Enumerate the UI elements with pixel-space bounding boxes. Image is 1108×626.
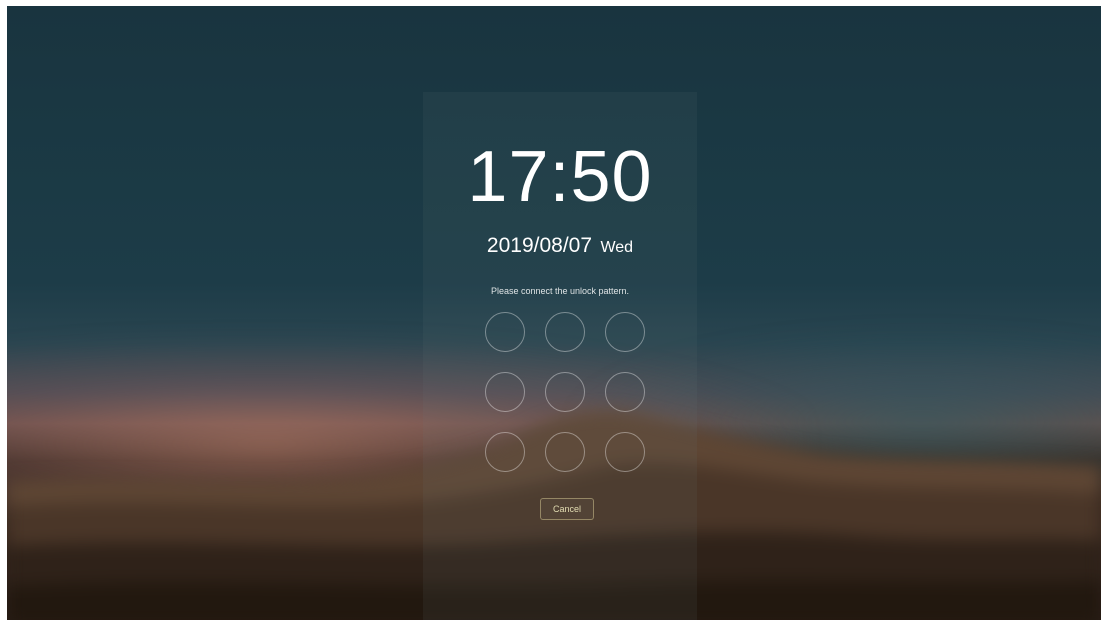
pattern-dot-1[interactable] (485, 312, 525, 352)
lock-screen: 17:50 2019/08/07 Wed Please connect the … (7, 6, 1101, 620)
pattern-dot-4[interactable] (485, 372, 525, 412)
clock-time: 17:50 (467, 137, 653, 217)
pattern-dot-5[interactable] (545, 372, 585, 412)
pattern-dot-6[interactable] (605, 372, 645, 412)
pattern-dot-3[interactable] (605, 312, 645, 352)
cancel-button[interactable]: Cancel (540, 498, 594, 520)
date-row: 2019/08/07 Wed (423, 234, 697, 258)
unlock-pattern-grid[interactable] (485, 312, 645, 474)
pattern-dot-8[interactable] (545, 432, 585, 472)
date-text: 2019/08/07 (486, 234, 593, 257)
pattern-dot-2[interactable] (545, 312, 585, 352)
unlock-panel: 17:50 2019/08/07 Wed Please connect the … (423, 92, 697, 620)
weekday-text: Wed (600, 239, 634, 256)
unlock-prompt: Please connect the unlock pattern. (490, 286, 630, 296)
pattern-dot-7[interactable] (485, 432, 525, 472)
pattern-dot-9[interactable] (605, 432, 645, 472)
